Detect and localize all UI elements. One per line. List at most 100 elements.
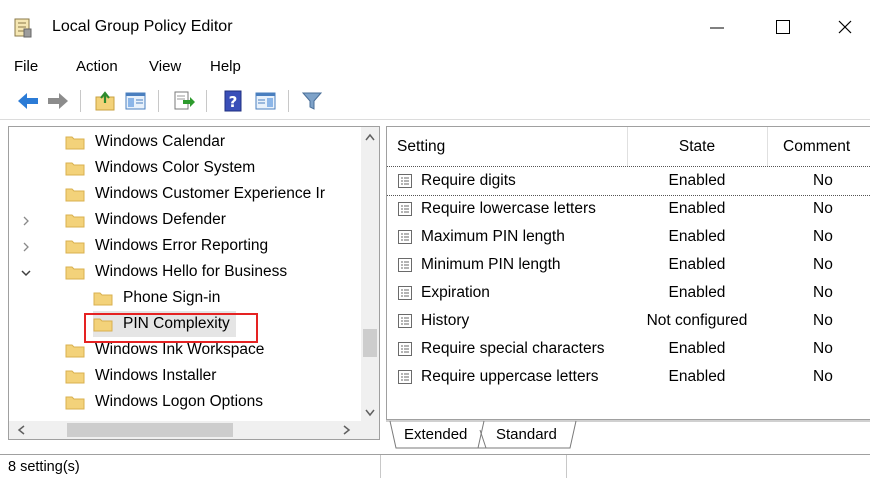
column-header-state[interactable]: State (628, 127, 766, 167)
back-button[interactable] (16, 89, 40, 113)
setting-state: Enabled (668, 368, 726, 385)
tree-item[interactable]: Windows Error Reporting (65, 233, 268, 259)
setting-state: Not configured (646, 312, 748, 329)
policy-setting-icon (398, 286, 412, 300)
setting-comment: No (813, 256, 833, 273)
menu-file[interactable]: File (14, 58, 38, 75)
scroll-left-icon[interactable] (13, 421, 29, 439)
table-row[interactable]: Expiration Enabled No (387, 279, 870, 307)
menu-view[interactable]: View (149, 58, 181, 75)
close-button[interactable] (822, 10, 868, 44)
column-divider[interactable] (767, 127, 768, 167)
table-row[interactable]: Minimum PIN length Enabled No (387, 251, 870, 279)
column-header-setting[interactable]: Setting (397, 127, 633, 167)
up-folder-icon (95, 91, 115, 111)
setting-name: Expiration (421, 284, 490, 301)
table-row[interactable]: Maximum PIN length Enabled No (387, 223, 870, 251)
folder-icon (65, 344, 85, 358)
status-divider (566, 455, 567, 478)
collapse-chevron-icon[interactable] (21, 268, 31, 278)
show-hide-tree-icon (125, 92, 146, 110)
minimize-icon (710, 27, 724, 29)
tree-horizontal-scroll-thumb[interactable] (67, 423, 233, 437)
setting-state: Enabled (668, 256, 726, 273)
setting-comment: No (813, 340, 833, 357)
tree-item-label: Windows Error Reporting (95, 237, 269, 254)
setting-comment: No (813, 312, 833, 329)
tab-standard[interactable]: Standard (496, 426, 557, 443)
help-icon: ? (224, 90, 242, 112)
table-row[interactable]: Require special characters Enabled No (387, 335, 870, 363)
policy-setting-icon (398, 370, 412, 384)
tab-extended[interactable]: Extended (404, 426, 467, 443)
tree-item[interactable]: Windows Logon Options (65, 389, 263, 415)
tree-item-label: Windows Color System (95, 159, 256, 176)
help-button[interactable]: ? (222, 89, 246, 113)
tree-horizontal-scrollbar[interactable] (9, 421, 379, 439)
tree-item-label: Windows Defender (95, 211, 226, 228)
table-row[interactable]: Require uppercase letters Enabled No (387, 363, 870, 391)
policy-tree-pane[interactable]: Windows Calendar Windows Color System Wind… (8, 126, 380, 440)
tree-item-label: Windows Logon Options (95, 393, 264, 410)
setting-name: Require lowercase letters (421, 200, 596, 217)
toolbar-separator (158, 90, 159, 112)
settings-list-pane[interactable]: Setting State Comment Require digits Enab… (386, 126, 870, 420)
export-list-icon (174, 91, 195, 110)
tree-item[interactable]: Windows Hello for Business (65, 259, 287, 285)
setting-comment: No (813, 172, 833, 189)
tree-item-label: Windows Customer Experience Ir (95, 185, 325, 202)
policy-editor-icon (14, 18, 32, 38)
scroll-up-icon[interactable] (361, 129, 379, 145)
export-list-button[interactable] (172, 89, 196, 113)
policy-setting-icon (398, 314, 412, 328)
minimize-button[interactable] (694, 10, 740, 44)
menu-bar: File Action View Help (0, 54, 870, 80)
setting-name: Require special characters (421, 340, 605, 357)
selected-item-highlight (84, 313, 258, 343)
setting-state: Enabled (668, 172, 726, 189)
tree-item-label: Phone Sign-in (123, 289, 221, 306)
scroll-down-icon[interactable] (361, 405, 379, 421)
maximize-button[interactable] (760, 10, 806, 44)
setting-comment: No (813, 284, 833, 301)
forward-button[interactable] (46, 89, 70, 113)
tree-item[interactable]: Windows Calendar (65, 129, 225, 155)
table-row[interactable]: Require lowercase letters Enabled No (387, 195, 870, 223)
tree-vertical-scrollbar[interactable] (361, 127, 379, 423)
folder-icon (65, 136, 85, 150)
tree-item-label: Windows Installer (95, 367, 217, 384)
properties-icon (255, 92, 276, 110)
tree-item[interactable]: Windows Color System (65, 155, 255, 181)
show-hide-tree-button[interactable] (124, 89, 148, 113)
scroll-right-icon[interactable] (339, 421, 355, 439)
properties-button[interactable] (254, 89, 278, 113)
expand-chevron-icon[interactable] (21, 242, 31, 252)
expand-chevron-icon[interactable] (21, 216, 31, 226)
menu-action[interactable]: Action (76, 58, 118, 75)
tree-item[interactable]: Phone Sign-in (93, 285, 220, 311)
setting-name: Require digits (421, 172, 516, 189)
folder-icon (65, 188, 85, 202)
setting-name: History (421, 312, 470, 329)
tree-item[interactable]: Windows Defender (65, 207, 226, 233)
filter-button[interactable] (300, 89, 324, 113)
menu-help[interactable]: Help (210, 58, 241, 75)
column-header-comment[interactable]: Comment (783, 127, 870, 167)
column-header-comment-label: Comment (783, 138, 851, 155)
title-bar: Local Group Policy Editor (0, 0, 870, 54)
table-row[interactable]: Require digits Enabled No (387, 166, 870, 196)
view-tabs: Extended Standard (386, 420, 870, 454)
setting-state: Enabled (668, 284, 726, 301)
setting-comment: No (813, 368, 833, 385)
setting-name: Require uppercase letters (421, 368, 599, 385)
tree-item-label: Windows Ink Workspace (95, 341, 265, 358)
table-row[interactable]: History Not configured No (387, 307, 870, 335)
tree-vertical-scroll-thumb[interactable] (363, 329, 377, 357)
tree-item[interactable]: Windows Customer Experience Ir (65, 181, 325, 207)
tree-item-label: Windows Hello for Business (95, 263, 288, 280)
svg-text:?: ? (229, 93, 238, 111)
status-divider (380, 455, 381, 478)
toolbar-separator (80, 90, 81, 112)
tree-item[interactable]: Windows Installer (65, 363, 216, 389)
up-one-level-button[interactable] (94, 89, 118, 113)
